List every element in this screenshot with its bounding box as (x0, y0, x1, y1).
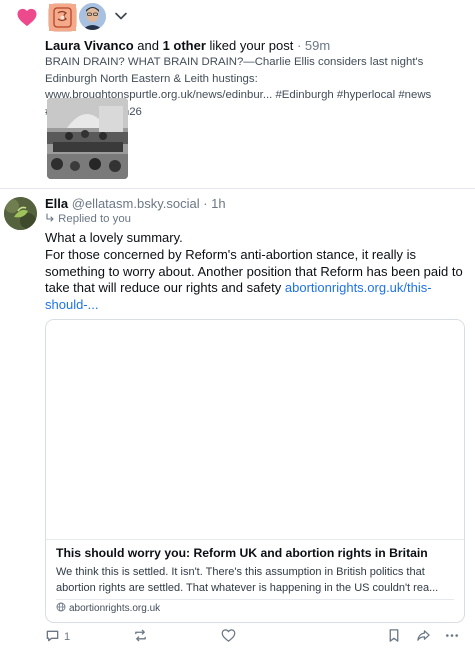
bookmark-icon (387, 628, 401, 646)
liker-name[interactable]: Laura Vivanco (45, 38, 134, 53)
link-preview-image[interactable] (46, 320, 464, 539)
divider (46, 539, 464, 540)
bookmark-button[interactable] (387, 628, 401, 646)
post-header: Ella @ellatasm.bsky.social · 1h (45, 196, 226, 211)
globe-icon (56, 602, 66, 615)
more-options-button[interactable] (444, 628, 460, 646)
post-thumbnail[interactable] (47, 98, 128, 179)
connector: and (133, 38, 163, 53)
avatar[interactable] (48, 3, 77, 32)
heart-outline-icon (221, 628, 236, 646)
notification-time: 59m (304, 38, 331, 53)
like-button[interactable] (221, 628, 236, 646)
replied-to-indicator: Replied to you (45, 213, 131, 225)
reply-button[interactable]: 1 (45, 628, 70, 646)
link-preview-description: We think this is settled. It isn't. Ther… (56, 566, 439, 594)
reply-arrow-icon (45, 213, 58, 225)
chevron-down-icon[interactable] (113, 8, 129, 29)
ellipsis-icon (444, 628, 460, 646)
avatar[interactable] (4, 197, 37, 230)
avatar[interactable] (79, 3, 106, 30)
repost-icon (133, 628, 148, 646)
author-handle[interactable]: @ellatasm.bsky.social (72, 196, 200, 211)
link-preview-card[interactable]: This should worry you: Reform UK and abo… (45, 319, 465, 623)
heart-icon (16, 8, 38, 32)
share-button[interactable] (416, 628, 431, 646)
reply-icon (45, 628, 60, 646)
others-count[interactable]: 1 other (163, 38, 206, 53)
link-preview-domain: abortionrights.org.uk (56, 602, 160, 615)
repost-button[interactable] (133, 628, 148, 646)
action-text: liked your post (205, 38, 294, 53)
post-text-line: What a lovely summary. (45, 230, 183, 245)
author-name[interactable]: Ella (45, 196, 68, 211)
replied-label: Replied to you (58, 213, 131, 225)
divider (0, 188, 475, 189)
link-preview-title[interactable]: This should worry you: Reform UK and abo… (56, 546, 456, 560)
separator: · (293, 38, 305, 53)
reply-count: 1 (64, 631, 71, 643)
domain-text: abortionrights.org.uk (69, 603, 161, 614)
post-time[interactable]: 1h (211, 196, 225, 211)
share-icon (416, 628, 431, 646)
post-body: What a lovely summary. For those concern… (45, 230, 467, 314)
divider (56, 599, 454, 600)
separator: · (199, 196, 212, 211)
notification-text: Laura Vivanco and 1 other liked your pos… (45, 38, 330, 53)
